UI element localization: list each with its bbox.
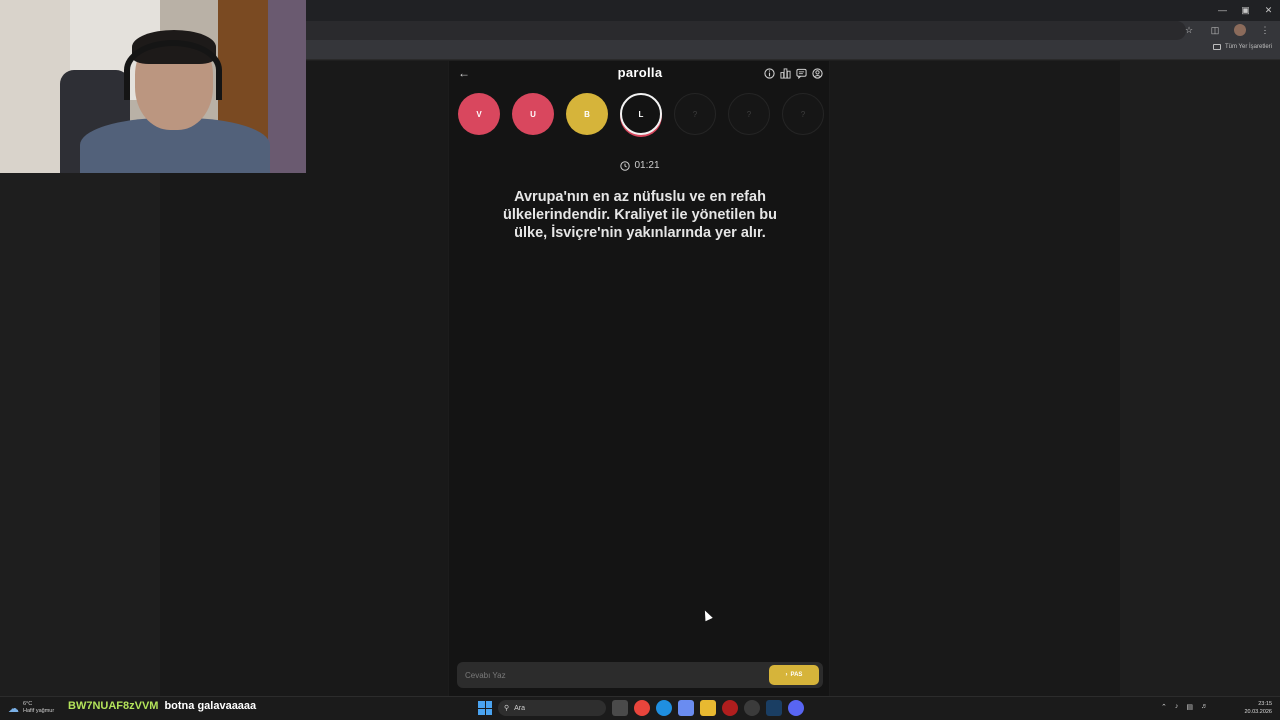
steam-icon[interactable] [766,700,782,716]
bookmark-star-icon[interactable]: ☆ [1182,25,1196,36]
chevron-right-icon: › [785,672,788,678]
letter-circle-pending: ? [782,93,824,135]
minimize-icon[interactable]: — [1211,0,1234,20]
webcam-overlay [0,0,306,173]
network-icon[interactable]: ▤ [1186,703,1193,711]
letter-circle-pass: B [566,93,608,135]
system-tray: ⌃ ♪ ▤ ♬ [1161,703,1208,711]
file-explorer-icon[interactable] [700,700,716,716]
chat-overlay: BW7NUAF8zVVM botna galavaaaaa [68,700,256,712]
discord-icon[interactable] [788,700,804,716]
chrome-icon[interactable] [634,700,650,716]
taskbar-clock[interactable]: 23:15 20.03.2026 [1244,700,1272,716]
close-icon[interactable]: ✕ [1257,0,1280,20]
letter-circle-wrong: U [512,93,554,135]
pass-button[interactable]: › PAS [769,665,819,685]
all-bookmarks-label: Tüm Yer İşaretleri [1224,44,1272,50]
timer-value: 01:21 [634,160,660,171]
microphone-icon[interactable]: ♪ [1175,703,1179,711]
right-margin [1120,61,1280,696]
letter-circle-pending: ? [728,93,770,135]
toolbar-icons: ☆ ◫ ⋮ [1182,24,1272,36]
taskview-icon[interactable] [612,700,628,716]
webcam-headset [124,40,222,100]
all-bookmarks-button[interactable]: Tüm Yer İşaretleri [1212,44,1272,50]
answer-input[interactable] [457,662,767,688]
weather-temp: 6°C [23,701,33,707]
restore-icon[interactable]: ▣ [1234,0,1257,20]
answer-bar: › PAS [457,662,823,688]
app-gear-icon[interactable] [744,700,760,716]
window-controls: — ▣ ✕ [1211,0,1280,20]
info-icon[interactable] [763,67,775,79]
header-icons [763,67,823,79]
taskbar-apps [612,700,804,716]
screen: — ▣ ✕ ☆ ◫ ⋮ Tüm Yer İşaretleri ← parolla [0,0,1280,720]
weather-desc: Hafif yağmur [23,708,55,714]
bookmarks-bar [306,41,1280,60]
stats-icon[interactable] [779,67,791,79]
profile-avatar[interactable] [1234,24,1246,36]
chat-username: BW7NUAF8zVVM [68,700,159,712]
webcam-wall [268,0,306,173]
copilot-icon[interactable] [678,700,694,716]
windows-start-icon[interactable] [478,701,492,715]
clock-date: 20.03.2026 [1244,709,1272,715]
taskbar-search-label: Ara [514,704,526,712]
clock-time: 23:15 [1258,701,1272,707]
taskbar-search[interactable]: ⚲ Ara [498,700,606,716]
profile-icon[interactable] [811,67,823,79]
weather-widget[interactable]: ☁ 6°C Hafif yağmur [8,701,54,715]
extensions-icon[interactable]: ◫ [1208,25,1222,36]
volume-icon[interactable]: ♬ [1201,703,1208,711]
chat-message: botna galavaaaaa [164,700,257,712]
address-bar[interactable] [306,21,1186,40]
parolla-app: ← parolla V U B L??? 01:21 Avrupa'nın en… [448,61,830,696]
letter-circle-current: L [620,93,662,135]
weather-text: 6°C Hafif yağmur [23,701,54,715]
letter-wheel: V U B L??? [458,93,824,135]
chat-icon[interactable] [795,67,807,79]
chevron-up-icon[interactable]: ⌃ [1161,703,1167,711]
letter-circle-wrong: V [458,93,500,135]
edge-icon[interactable] [656,700,672,716]
folder-icon [1212,44,1221,50]
left-margin [0,173,160,696]
timer: 01:21 [449,160,831,171]
clock-icon [620,160,631,171]
app-header: ← parolla [449,61,831,85]
menu-dots-icon[interactable]: ⋮ [1258,25,1272,36]
letter-circle-pending: ? [674,93,716,135]
question-text: Avrupa'nın en az nüfuslu ve en refah ülk… [503,189,777,241]
cloud-rain-icon: ☁ [8,702,19,715]
search-icon: ⚲ [504,705,510,712]
pass-label: PAS [790,672,803,678]
app-red-icon[interactable] [722,700,738,716]
